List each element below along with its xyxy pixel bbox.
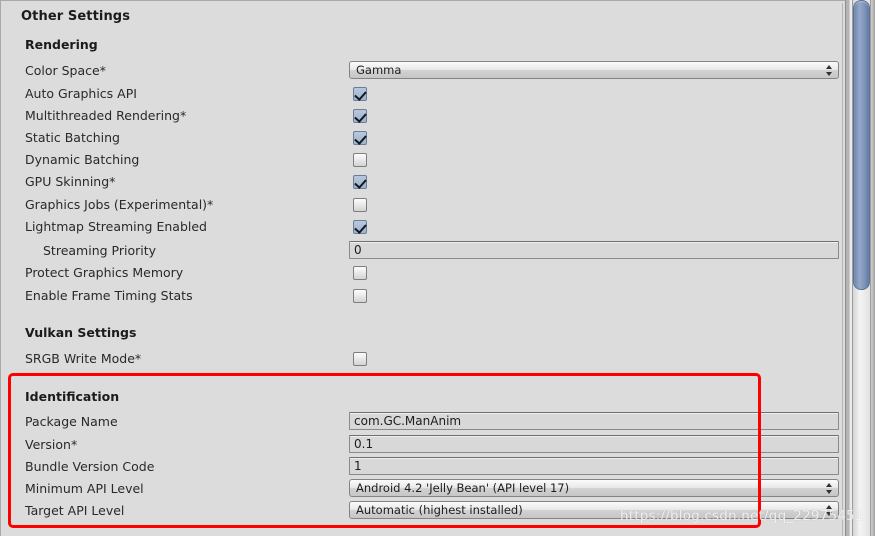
- checkbox-graphics-jobs[interactable]: [353, 198, 367, 212]
- row-dynamic-batching: Dynamic Batching: [1, 150, 845, 172]
- group-heading-vulkan-settings: Vulkan Settings: [25, 325, 137, 340]
- label-srgb-write-mode: SRGB Write Mode*: [25, 351, 142, 366]
- row-minimum-api-level: Minimum API Level Android 4.2 'Jelly Bea…: [1, 479, 845, 501]
- section-title-other-settings: Other Settings: [21, 9, 131, 24]
- row-package-name: Package Name com.GC.ManAnim: [1, 412, 845, 434]
- checkbox-protect-graphics-memory[interactable]: [353, 266, 367, 280]
- input-bundle-version-code[interactable]: 1: [349, 457, 839, 475]
- input-streaming-priority[interactable]: 0: [349, 241, 839, 259]
- row-protect-graphics-memory: Protect Graphics Memory: [1, 263, 845, 285]
- checkbox-dynamic-batching[interactable]: [353, 153, 367, 167]
- input-package-name[interactable]: com.GC.ManAnim: [349, 412, 839, 430]
- scrollbar-thumb[interactable]: [853, 0, 870, 290]
- row-color-space: Color Space* Gamma: [1, 61, 845, 83]
- row-bundle-version-code: Bundle Version Code 1: [1, 457, 845, 479]
- row-enable-frame-timing-stats: Enable Frame Timing Stats: [1, 286, 845, 308]
- checkbox-srgb-write-mode[interactable]: [353, 352, 367, 366]
- label-gpu-skinning: GPU Skinning*: [25, 174, 116, 189]
- chevron-updown-icon: [826, 483, 833, 494]
- dropdown-minimum-api-level-value: Android 4.2 'Jelly Bean' (API level 17): [356, 481, 570, 495]
- dropdown-color-space[interactable]: Gamma: [349, 61, 839, 79]
- checkbox-static-batching[interactable]: [353, 131, 367, 145]
- label-version: Version*: [25, 437, 78, 452]
- label-streaming-priority: Streaming Priority: [43, 243, 157, 258]
- label-graphics-jobs: Graphics Jobs (Experimental)*: [25, 197, 214, 212]
- label-color-space: Color Space*: [25, 63, 106, 78]
- chevron-updown-icon: [826, 65, 833, 76]
- label-package-name: Package Name: [25, 414, 118, 429]
- player-settings-screen: Other Settings Rendering Color Space* Ga…: [0, 0, 875, 536]
- label-auto-graphics-api: Auto Graphics API: [25, 86, 137, 101]
- label-dynamic-batching: Dynamic Batching: [25, 152, 140, 167]
- label-multithreaded-rendering: Multithreaded Rendering*: [25, 108, 187, 123]
- row-graphics-jobs: Graphics Jobs (Experimental)*: [1, 195, 845, 217]
- group-heading-identification: Identification: [25, 389, 120, 404]
- row-static-batching: Static Batching: [1, 128, 845, 150]
- checkbox-auto-graphics-api[interactable]: [353, 87, 367, 101]
- checkbox-multithreaded-rendering[interactable]: [353, 109, 367, 123]
- row-version: Version* 0.1: [1, 435, 845, 457]
- label-protect-graphics-memory: Protect Graphics Memory: [25, 265, 184, 280]
- label-static-batching: Static Batching: [25, 130, 120, 145]
- checkbox-lightmap-streaming-enabled[interactable]: [353, 220, 367, 234]
- dropdown-target-api-level-value: Automatic (highest installed): [356, 503, 523, 517]
- row-gpu-skinning: GPU Skinning*: [1, 172, 845, 194]
- label-enable-frame-timing-stats: Enable Frame Timing Stats: [25, 288, 193, 303]
- input-version[interactable]: 0.1: [349, 435, 839, 453]
- label-minimum-api-level: Minimum API Level: [25, 481, 144, 496]
- checkbox-enable-frame-timing-stats[interactable]: [353, 289, 367, 303]
- row-auto-graphics-api: Auto Graphics API: [1, 84, 845, 106]
- row-streaming-priority: Streaming Priority 0: [1, 241, 845, 263]
- row-lightmap-streaming-enabled: Lightmap Streaming Enabled: [1, 217, 845, 239]
- dropdown-color-space-value: Gamma: [356, 63, 402, 77]
- label-lightmap-streaming-enabled: Lightmap Streaming Enabled: [25, 219, 207, 234]
- vertical-scrollbar[interactable]: [846, 0, 875, 536]
- dropdown-minimum-api-level[interactable]: Android 4.2 'Jelly Bean' (API level 17): [349, 479, 839, 497]
- other-settings-panel: Other Settings Rendering Color Space* Ga…: [0, 0, 846, 536]
- label-bundle-version-code: Bundle Version Code: [25, 459, 155, 474]
- row-multithreaded-rendering: Multithreaded Rendering*: [1, 106, 845, 128]
- watermark-text: https://blog.csdn.net/qq_22975451: [620, 508, 864, 524]
- label-target-api-level: Target API Level: [25, 503, 125, 518]
- checkbox-gpu-skinning[interactable]: [353, 175, 367, 189]
- row-srgb-write-mode: SRGB Write Mode*: [1, 349, 845, 371]
- group-heading-rendering: Rendering: [25, 37, 98, 52]
